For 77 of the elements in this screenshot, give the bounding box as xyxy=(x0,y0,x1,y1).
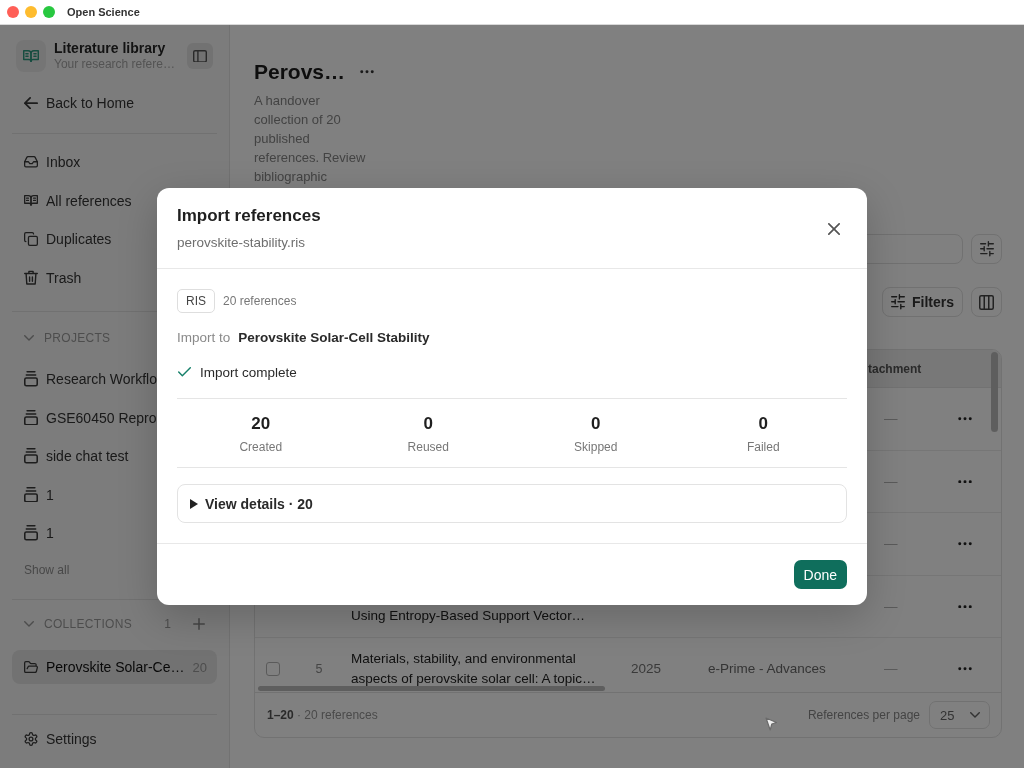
per-page-label: References per page xyxy=(807,708,920,722)
import-target: Perovskite Solar-Cell Stability xyxy=(238,329,430,345)
vertical-scrollbar[interactable] xyxy=(991,352,998,432)
collection-title: Perovs… xyxy=(254,59,346,85)
back-link[interactable]: Back to Home xyxy=(12,86,217,120)
stat-label: Created xyxy=(239,439,283,455)
more-icon xyxy=(958,542,972,546)
stack-icon xyxy=(24,448,38,464)
row-checkbox[interactable] xyxy=(266,661,280,676)
close-window-button[interactable] xyxy=(7,6,19,18)
nav-item[interactable]: Inbox xyxy=(12,145,217,179)
arrow-left-icon xyxy=(24,96,38,110)
stat-value: 0 xyxy=(591,413,601,435)
library-title: Literature library xyxy=(54,40,166,57)
more-icon xyxy=(360,70,375,74)
reference-title: Using Entropy-Based Support Vector… xyxy=(351,607,587,626)
folder-icon xyxy=(24,660,38,674)
adjust-button[interactable] xyxy=(971,234,1002,264)
window-title: Open Science xyxy=(67,6,140,18)
project-item[interactable]: GSE60450 Repro xyxy=(12,400,217,435)
stack-icon xyxy=(24,371,38,387)
columns-button[interactable] xyxy=(971,287,1002,317)
inbox-tray-icon xyxy=(24,156,38,168)
stack-icon xyxy=(24,486,38,503)
add-collection-button[interactable] xyxy=(193,618,205,630)
view-details-toggle[interactable]: View details · 20 xyxy=(177,484,847,523)
attachment-cell: — xyxy=(884,411,898,427)
more-icon xyxy=(958,479,972,483)
mouse-cursor-icon xyxy=(764,716,778,732)
gear-icon xyxy=(24,732,38,746)
collection-description: A handover collection of 20 published references. Review bibliographic xyxy=(254,92,367,186)
attachment-cell: — xyxy=(884,536,898,552)
import-target-label: Import to xyxy=(177,329,231,345)
horizontal-scrollbar[interactable] xyxy=(258,686,605,691)
done-button[interactable]: Done xyxy=(793,560,847,589)
attachment-cell: — xyxy=(884,598,898,614)
check-icon xyxy=(178,367,191,377)
stat-label: Skipped xyxy=(574,439,618,455)
stat-value: 0 xyxy=(423,413,433,435)
reference-title: Materials, stability, and environmental aspects of perovskite solar cell: A topic… xyxy=(351,649,597,688)
dialog-title: Import references xyxy=(177,205,321,227)
trash-icon xyxy=(24,270,38,285)
stat-label: Failed xyxy=(746,439,780,455)
more-icon xyxy=(958,667,972,671)
filters-button[interactable]: Filters xyxy=(882,287,963,317)
format-badge: RIS xyxy=(177,289,215,313)
plus-icon xyxy=(193,618,205,630)
chevron-down-icon xyxy=(970,712,980,718)
column-header: tachment xyxy=(868,361,922,376)
attachment-cell: — xyxy=(884,661,898,677)
reference-count: 20 references xyxy=(223,294,297,308)
more-icon xyxy=(958,417,972,421)
stack-icon xyxy=(24,525,38,541)
settings-item[interactable]: Settings xyxy=(12,722,217,756)
per-page-select[interactable]: 25 xyxy=(929,701,990,729)
file-name: perovskite-stability.ris xyxy=(177,234,306,252)
sidebar-toggle-button[interactable] xyxy=(187,43,213,69)
import-status: Import complete xyxy=(200,364,297,380)
stack-icon xyxy=(24,409,38,426)
sliders-icon xyxy=(891,294,905,310)
close-icon xyxy=(828,223,840,235)
year-cell: 2025 xyxy=(631,661,662,677)
columns-icon xyxy=(979,294,994,310)
journal-cell: e-Prime - Advances xyxy=(708,661,826,677)
open-book-icon xyxy=(24,195,38,206)
zoom-window-button[interactable] xyxy=(43,6,55,18)
sliders-icon xyxy=(979,241,994,257)
project-item[interactable]: side chat test xyxy=(12,439,217,473)
sidebar-panel-icon xyxy=(193,49,207,63)
copy-icon xyxy=(24,232,38,246)
more-icon xyxy=(958,604,972,608)
stat-label: Reused xyxy=(407,439,449,455)
book-icon xyxy=(16,40,46,72)
stat-value: 0 xyxy=(758,413,768,435)
row-number: 5 xyxy=(315,661,323,676)
attachment-cell: — xyxy=(884,473,898,489)
stat-value: 20 xyxy=(251,413,271,435)
